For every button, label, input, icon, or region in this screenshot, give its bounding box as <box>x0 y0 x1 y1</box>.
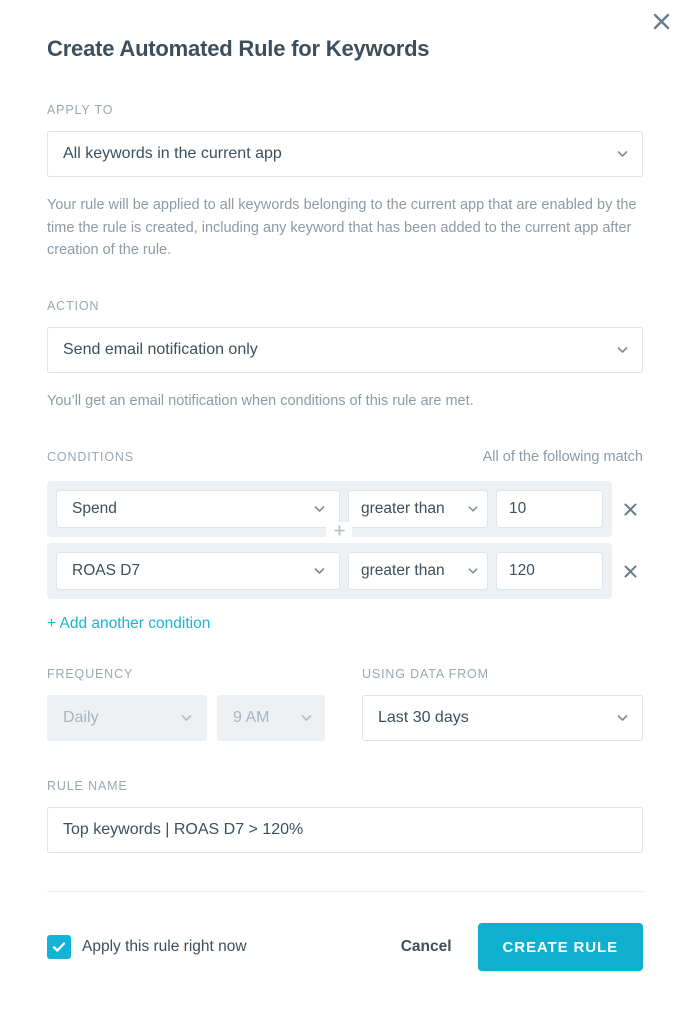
apply-to-value: All keywords in the current app <box>63 145 282 162</box>
chevron-down-icon <box>617 713 628 724</box>
remove-condition-button[interactable] <box>618 503 643 516</box>
action-helper: You’ll get an email notification when co… <box>47 392 474 409</box>
using-data-from-value: Last 30 days <box>378 709 469 726</box>
frequency-interval-select[interactable]: Daily <box>47 695 207 741</box>
condition-metric-value: ROAS D7 <box>72 562 141 579</box>
condition-operator-value: greater than <box>361 500 445 517</box>
apply-to-helper: Your rule will be applied to all keyword… <box>47 197 637 258</box>
using-data-from-label: USING DATA FROM <box>362 667 489 681</box>
frequency-time-select[interactable]: 9 AM <box>217 695 325 741</box>
condition-metric-select[interactable]: Spend <box>56 490 340 528</box>
apply-to-select[interactable]: All keywords in the current app <box>47 131 643 177</box>
frequency-interval-value: Daily <box>63 709 99 726</box>
chevron-down-icon <box>301 713 312 724</box>
condition-operator-value: greater than <box>361 562 445 579</box>
checkmark-icon <box>47 935 71 959</box>
frequency-time-value: 9 AM <box>233 709 270 726</box>
close-icon[interactable] <box>646 6 676 36</box>
condition-operator-select[interactable]: greater than <box>348 490 488 528</box>
condition-value-input[interactable] <box>496 552 604 590</box>
action-label: ACTION <box>47 298 100 313</box>
apply-now-label: Apply this rule right now <box>82 938 247 955</box>
rule-name-input[interactable] <box>47 807 643 853</box>
condition-row: Spend greater than <box>47 481 643 538</box>
chevron-down-icon <box>468 504 478 514</box>
cancel-button[interactable]: Cancel <box>397 932 456 962</box>
frequency-label: FREQUENCY <box>47 667 134 681</box>
create-rule-button[interactable]: CREATE RULE <box>477 923 643 971</box>
chevron-down-icon <box>314 566 325 577</box>
add-another-condition-link[interactable]: + Add another condition <box>47 615 210 633</box>
add-condition-plus-icon[interactable] <box>326 522 352 538</box>
condition-value-input[interactable] <box>496 490 604 528</box>
rule-name-label: RULE NAME <box>47 779 128 793</box>
chevron-down-icon <box>617 149 628 160</box>
frequency-section: FREQUENCY Daily 9 AM USING DATA FROM Las… <box>47 667 643 741</box>
chevron-down-icon <box>314 504 325 515</box>
condition-metric-value: Spend <box>72 500 117 517</box>
using-data-from-select[interactable]: Last 30 days <box>362 695 643 741</box>
page-title: Create Automated Rule for Keywords <box>47 36 430 61</box>
action-value: Send email notification only <box>63 340 258 358</box>
chevron-down-icon <box>181 713 192 724</box>
conditions-match-label: All of the following match <box>482 449 643 465</box>
create-rule-dialog: Create Automated Rule for Keywords APPLY… <box>0 0 690 1024</box>
condition-metric-select[interactable]: ROAS D7 <box>56 552 340 590</box>
conditions-header: CONDITIONS All of the following match <box>47 449 643 465</box>
conditions-label: CONDITIONS <box>47 450 134 464</box>
condition-row: ROAS D7 greater than <box>47 543 643 599</box>
chevron-down-icon <box>468 566 478 576</box>
apply-now-checkbox[interactable]: Apply this rule right now <box>47 935 247 959</box>
dialog-footer: Apply this rule right now Cancel CREATE … <box>0 923 690 971</box>
remove-condition-button[interactable] <box>618 565 643 578</box>
action-select[interactable]: Send email notification only <box>47 326 643 373</box>
condition-operator-select[interactable]: greater than <box>348 552 488 590</box>
apply-to-label: APPLY TO <box>47 103 114 117</box>
chevron-down-icon <box>617 344 628 355</box>
